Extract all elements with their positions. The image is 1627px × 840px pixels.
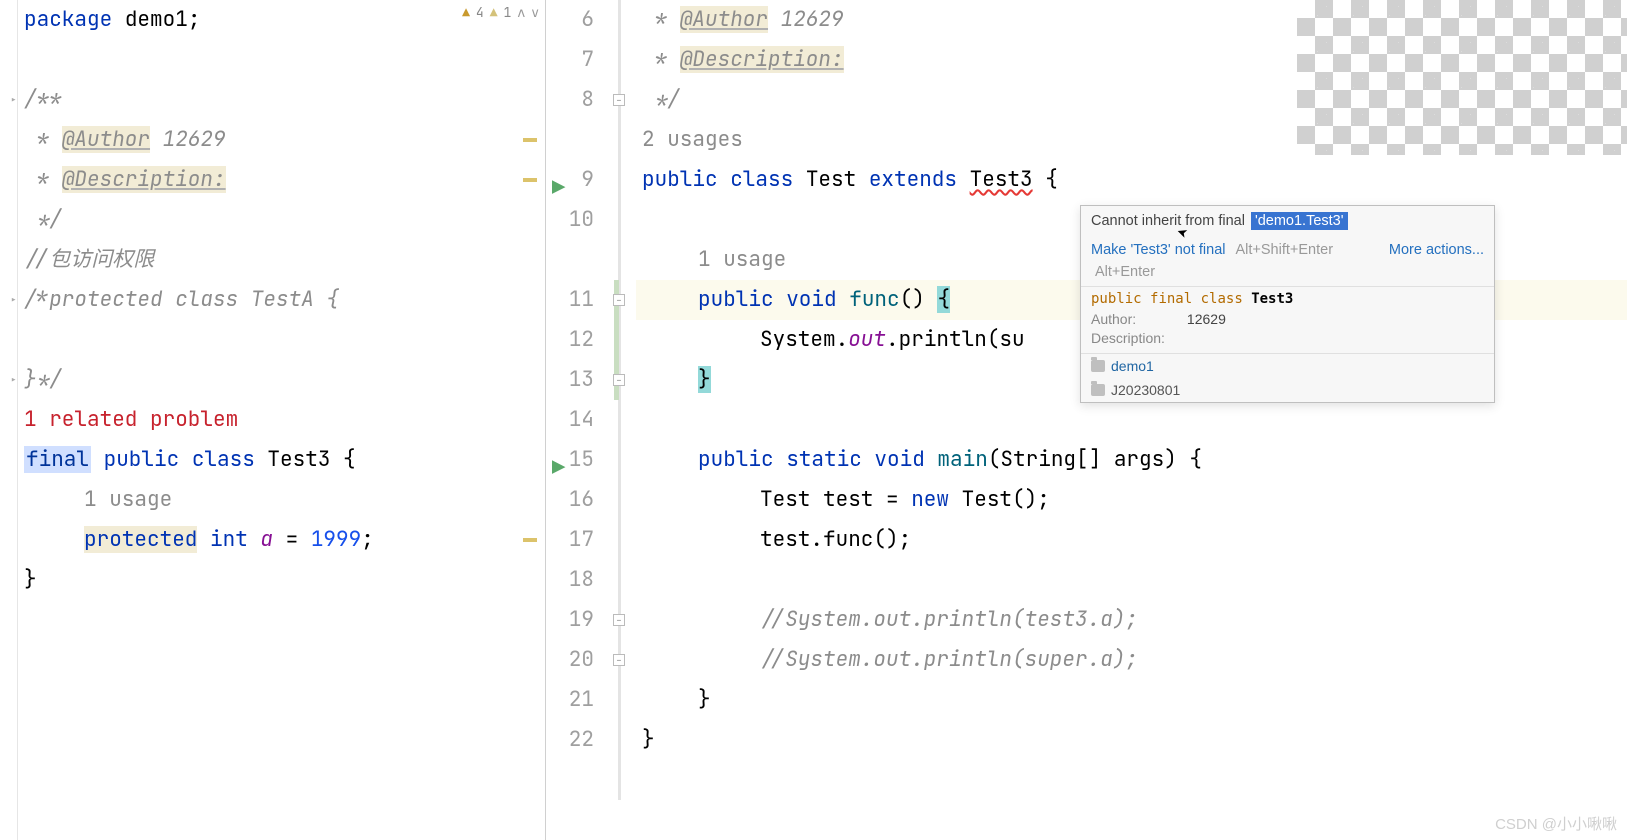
- code-line[interactable]: protected int a = 1999;: [18, 520, 545, 560]
- line-number: 22: [546, 720, 594, 760]
- line-number: 10: [546, 200, 594, 240]
- code-line[interactable]: }: [636, 720, 1627, 760]
- doc-key-author: Author:: [1091, 311, 1187, 330]
- line-number: 7: [546, 40, 594, 80]
- code-line[interactable]: [18, 320, 545, 360]
- quickfix-action[interactable]: Make 'Test3' not final: [1091, 242, 1226, 258]
- folder-icon: [1091, 384, 1105, 396]
- code-line[interactable]: */: [18, 200, 545, 240]
- code-line[interactable]: * @Description:: [18, 160, 545, 200]
- shortcut-text: Alt+Enter: [1095, 264, 1155, 280]
- doc-table: Author:12629 Description:: [1081, 311, 1236, 353]
- watermark: CSDN @小小啾啾: [1495, 813, 1617, 834]
- line-number: 21: [546, 680, 594, 720]
- code-line[interactable]: public class Test extends Test3 {: [636, 160, 1627, 200]
- left-gutter: [0, 0, 18, 840]
- code-line[interactable]: }: [636, 680, 1627, 720]
- signature: public final class Test3: [1081, 287, 1494, 311]
- line-number: 11: [546, 280, 594, 320]
- line-number: 12: [546, 320, 594, 360]
- transparency-checker: [1297, 0, 1627, 155]
- more-actions[interactable]: More actions...: [1389, 242, 1484, 258]
- fold-icon[interactable]: ▸: [10, 292, 24, 308]
- code-line[interactable]: }: [18, 560, 545, 600]
- code-line[interactable]: }*/: [18, 360, 545, 400]
- line-number: 17: [546, 520, 594, 560]
- collapse-icon[interactable]: –: [613, 374, 625, 386]
- code-line[interactable]: test.func();: [636, 520, 1627, 560]
- line-number: 16: [546, 480, 594, 520]
- line-number: 13: [546, 360, 594, 400]
- code-line[interactable]: public static void main(String[] args) {: [636, 440, 1627, 480]
- left-editor-pane: ▲4 ▲1 ʌ v package demo1; /** * @Author 1…: [0, 0, 545, 840]
- left-code[interactable]: ▲4 ▲1 ʌ v package demo1; /** * @Author 1…: [18, 0, 545, 840]
- shortcut-text: Alt+Shift+Enter: [1236, 242, 1334, 258]
- collapse-icon[interactable]: –: [613, 614, 625, 626]
- line-number: 19: [546, 600, 594, 640]
- code-line[interactable]: [18, 40, 545, 80]
- doc-key-desc: Description:: [1091, 330, 1187, 349]
- collapse-icon[interactable]: –: [613, 294, 625, 306]
- error-message-prefix: Cannot inherit from final: [1091, 213, 1245, 229]
- right-gutter: 6 7 8– 9▶ 10 11– 12 13– 14 15▶ 16 17 18 …: [546, 0, 636, 840]
- line-number: 18: [546, 560, 594, 600]
- code-line[interactable]: //包访问权限: [18, 240, 545, 280]
- error-tooltip: Cannot inherit from final 'demo1.Test3' …: [1080, 205, 1495, 403]
- package-row[interactable]: demo1: [1081, 354, 1494, 378]
- code-line[interactable]: [636, 560, 1627, 600]
- line-number: 8: [546, 80, 594, 120]
- collapse-icon[interactable]: –: [613, 654, 625, 666]
- code-line[interactable]: final public class Test3 {: [18, 440, 545, 480]
- code-line[interactable]: /**: [18, 80, 545, 120]
- usages-hint[interactable]: 1 usage: [18, 480, 545, 520]
- module-row[interactable]: J20230801: [1081, 378, 1494, 402]
- error-ref-test3[interactable]: Test3: [970, 166, 1033, 193]
- folder-icon: [1091, 360, 1105, 372]
- code-line[interactable]: /*protected class TestA {: [18, 280, 545, 320]
- doc-val-author: 12629: [1187, 311, 1226, 330]
- fold-icon[interactable]: ▸: [10, 92, 24, 108]
- code-line[interactable]: * @Author 12629: [18, 120, 545, 160]
- code-line[interactable]: //System.out.println(super.a);: [636, 640, 1627, 680]
- line-number: 6: [546, 0, 594, 40]
- code-line[interactable]: //System.out.println(test3.a);: [636, 600, 1627, 640]
- collapse-icon[interactable]: –: [613, 94, 625, 106]
- code-line[interactable]: [636, 400, 1627, 440]
- error-ref-highlight: 'demo1.Test3': [1251, 212, 1348, 230]
- code-line[interactable]: Test test = new Test();: [636, 480, 1627, 520]
- line-number: 20: [546, 640, 594, 680]
- related-problem[interactable]: 1 related problem: [18, 400, 545, 440]
- code-line[interactable]: package demo1;: [18, 0, 545, 40]
- fold-icon[interactable]: ▸: [10, 372, 24, 388]
- line-number: 14: [546, 400, 594, 440]
